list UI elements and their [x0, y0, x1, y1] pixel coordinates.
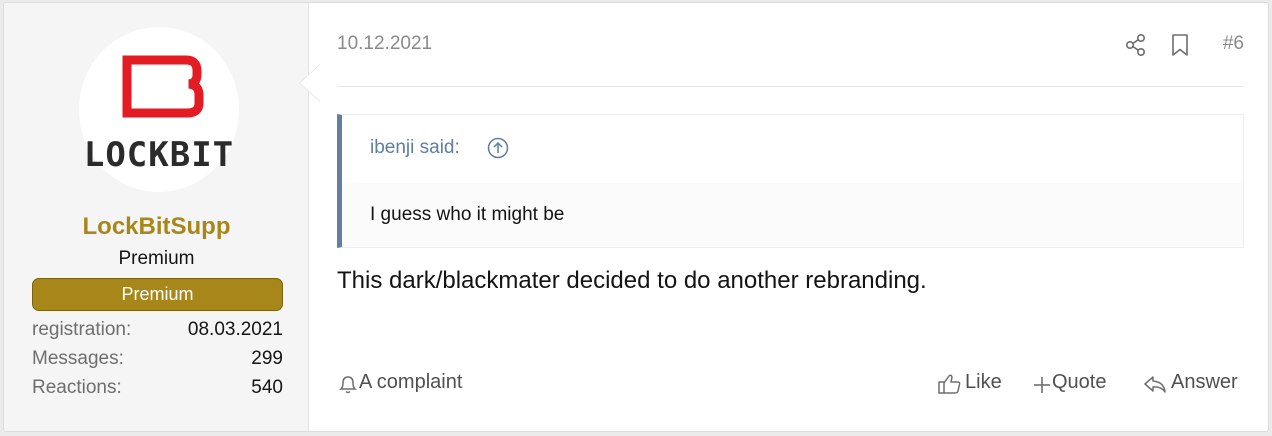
like-label: Like [965, 371, 1002, 393]
stat-reactions: Reactions: 540 [32, 377, 283, 403]
plus-icon [1034, 377, 1050, 393]
quote-label: Quote [1052, 371, 1107, 393]
post-header-actions: #6 [1124, 31, 1244, 59]
reply-button[interactable]: Answer [1142, 369, 1252, 399]
post-main: 10.12.2021 #6 ibenji said: I guess who i… [309, 3, 1268, 431]
user-banner: Premium [32, 278, 283, 311]
quote-button[interactable]: Quote [1032, 369, 1122, 399]
stat-value: 299 [251, 348, 283, 369]
forum-post: LOCKBIT LockBitSupp Premium Premium regi… [3, 2, 1269, 432]
stat-value: 08.03.2021 [187, 319, 283, 340]
share-icon[interactable] [1124, 31, 1148, 59]
quote-author[interactable]: ibenji said: [370, 137, 460, 159]
stat-registration: registration: 08.03.2021 [32, 319, 283, 345]
report-label: A complaint [359, 371, 463, 393]
quote-block: ibenji said: I guess who it might be [337, 114, 1244, 248]
post-footer: A complaint Like Quote Answer [337, 369, 1244, 399]
user-title: Premium [118, 248, 195, 269]
post-date[interactable]: 10.12.2021 [337, 33, 432, 55]
bell-icon [339, 376, 357, 394]
stat-label: Reactions: [32, 377, 122, 398]
stat-value: 540 [251, 377, 283, 398]
stat-label: Messages: [32, 348, 124, 369]
arrow-up-circle-icon[interactable] [487, 137, 509, 159]
like-button[interactable]: Like [937, 369, 1007, 399]
reply-label: Answer [1171, 371, 1238, 393]
quote-text: I guess who it might be [370, 204, 565, 225]
post-number[interactable]: #6 [1223, 33, 1244, 55]
avatar[interactable]: LOCKBIT [79, 27, 239, 192]
stat-messages: Messages: 299 [32, 348, 283, 374]
report-button[interactable]: A complaint [337, 369, 487, 399]
stat-label: registration: [32, 319, 132, 340]
reply-icon [1144, 376, 1166, 393]
lockbit-logo: LOCKBIT [84, 55, 234, 175]
bookmark-icon[interactable] [1168, 31, 1192, 59]
username[interactable]: LockBitSupp [4, 213, 309, 241]
user-info-panel: LOCKBIT LockBitSupp Premium Premium regi… [4, 3, 309, 431]
post-message: This dark/blackmater decided to do anoth… [337, 267, 927, 294]
quote-header: ibenji said: [342, 115, 1243, 183]
logo-wordmark: LOCKBIT [84, 135, 234, 175]
thumbs-up-icon [938, 374, 961, 394]
header-divider [337, 86, 1244, 87]
